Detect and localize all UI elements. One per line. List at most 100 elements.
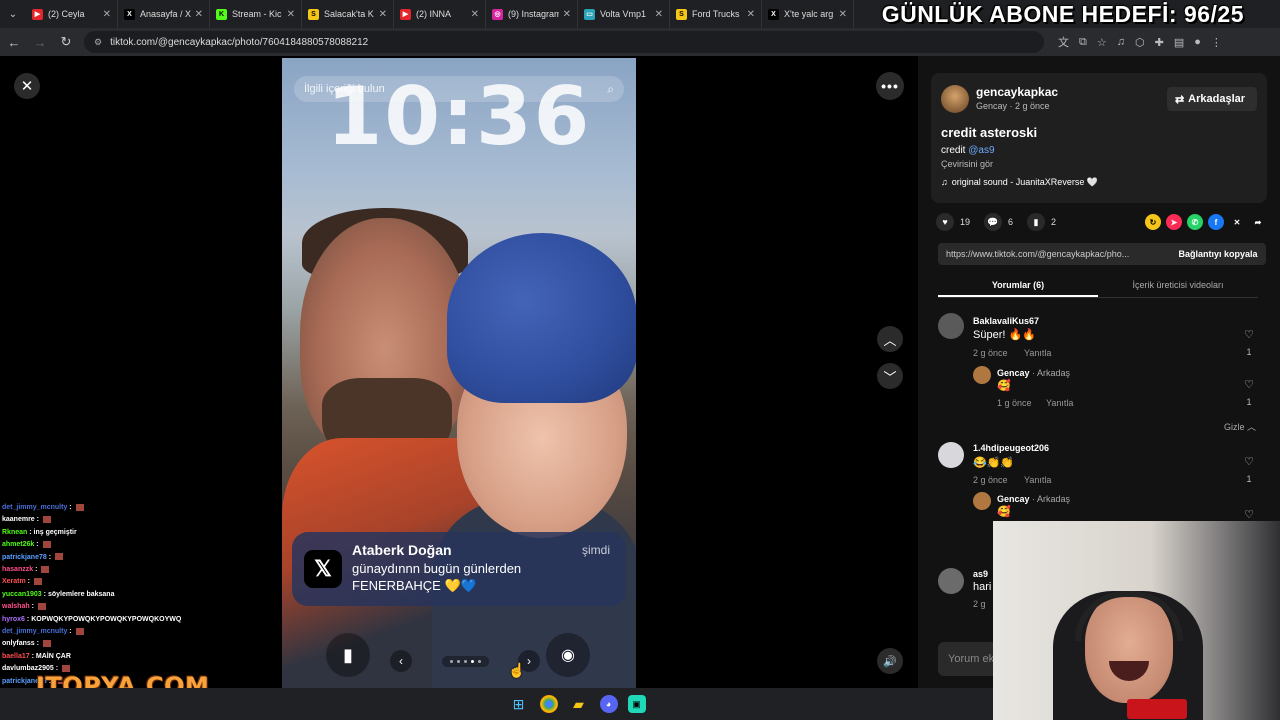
discord-icon[interactable]: ◕: [599, 695, 618, 713]
browser-tab[interactable]: X X'te yalc arg ✕: [762, 0, 854, 28]
whatsapp-icon[interactable]: ✆: [1187, 214, 1203, 230]
browser-tab[interactable]: ◎ (9) Instagram ✕: [486, 0, 578, 28]
mention-link[interactable]: @as9: [968, 145, 994, 156]
x-share-icon[interactable]: ✕: [1229, 214, 1245, 230]
browser-tab[interactable]: ▶ (2) INNA ✕: [394, 0, 486, 28]
menu-kebab-icon[interactable]: ⋮: [1211, 36, 1222, 49]
close-icon[interactable]: ✕: [14, 73, 40, 99]
hide-replies-link[interactable]: Gizle ︿: [1224, 420, 1256, 433]
pager-dot[interactable]: [477, 659, 481, 663]
audio-icon[interactable]: ♫: [1117, 36, 1125, 48]
see-translation-link[interactable]: Çevirisini gör: [941, 159, 993, 169]
chevron-left-icon[interactable]: ‹: [390, 650, 412, 672]
comment-button[interactable]: 💬 6: [984, 213, 1013, 231]
more-options-icon[interactable]: •••: [876, 72, 904, 100]
install-icon[interactable]: ⧉: [1079, 36, 1087, 49]
forward-arrow-icon[interactable]: →: [28, 30, 52, 54]
reply-link[interactable]: Yanıtla: [1046, 398, 1073, 408]
back-arrow-icon[interactable]: ←: [2, 30, 26, 54]
comment-username[interactable]: Gencay · Arkadaş: [997, 494, 1070, 504]
translate-icon[interactable]: 文: [1058, 34, 1069, 50]
close-tab-icon[interactable]: ✕: [563, 9, 571, 20]
avatar[interactable]: [973, 366, 991, 384]
facebook-icon[interactable]: f: [1208, 214, 1224, 230]
chevron-up-icon[interactable]: ︿: [877, 326, 903, 352]
avatar[interactable]: [938, 313, 964, 339]
author-username[interactable]: gencaykapkac: [976, 85, 1058, 99]
avatar[interactable]: [973, 492, 991, 510]
related-content-search[interactable]: İlgili içeriği bulun ⌕: [294, 76, 624, 102]
pager-dot[interactable]: [456, 659, 460, 663]
file-explorer-icon[interactable]: ▰: [568, 693, 590, 715]
heart-icon[interactable]: ♡: [1241, 328, 1257, 341]
tab-creator-videos[interactable]: İçerik üreticisi videoları: [1098, 274, 1258, 297]
chrome-icon[interactable]: [539, 695, 558, 713]
heart-icon[interactable]: ♡: [1241, 455, 1257, 468]
close-tab-icon[interactable]: ✕: [103, 9, 111, 20]
chevron-down-icon[interactable]: ﹀: [877, 363, 903, 389]
pager-dot[interactable]: [463, 659, 467, 663]
chat-username[interactable]: ahmet26k: [2, 541, 34, 548]
chat-username[interactable]: yuccan1903: [2, 591, 42, 598]
close-tab-icon[interactable]: ✕: [839, 9, 847, 20]
chat-username[interactable]: hasanzzk: [2, 566, 33, 573]
sidebar-icon[interactable]: ▤: [1174, 36, 1184, 49]
copy-link-button[interactable]: Bağlantıyı kopyala: [1170, 249, 1266, 259]
pager-dot[interactable]: [449, 659, 453, 663]
reply-link[interactable]: Yanıtla: [1024, 475, 1051, 485]
chat-username[interactable]: det_jimmy_mcnulty: [2, 628, 67, 635]
close-tab-icon[interactable]: ✕: [747, 9, 755, 20]
browser-tab[interactable]: K Stream - Kic ✕: [210, 0, 302, 28]
pager-dot[interactable]: [470, 659, 474, 663]
close-tab-icon[interactable]: ✕: [471, 9, 479, 20]
share-arrow-icon[interactable]: ➦: [1250, 214, 1266, 230]
chat-username[interactable]: patrickjane78: [2, 554, 47, 561]
browser-tab[interactable]: ▶ (2) Ceyla ✕: [26, 0, 118, 28]
chat-username[interactable]: walshah: [2, 603, 30, 610]
chat-username[interactable]: det_jimmy_mcnulty: [2, 504, 67, 511]
repost-icon[interactable]: ↻: [1145, 214, 1161, 230]
browser-tab[interactable]: S Salacak'ta K ✕: [302, 0, 394, 28]
close-tab-icon[interactable]: ✕: [655, 9, 663, 20]
comment-username[interactable]: Gencay · Arkadaş: [997, 368, 1070, 378]
comment-username[interactable]: as9: [973, 569, 988, 579]
sound-link[interactable]: ♫ original sound - JuanitaXReverse 🤍: [941, 177, 1098, 188]
send-icon[interactable]: ➤: [1166, 214, 1182, 230]
chat-username[interactable]: baella17: [2, 653, 30, 660]
close-tab-icon[interactable]: ✕: [379, 9, 387, 20]
search-icon[interactable]: ⌕: [607, 82, 614, 97]
tab-comments[interactable]: Yorumlar (6): [938, 274, 1098, 297]
site-info-icon[interactable]: ⚙: [94, 37, 102, 48]
chat-username[interactable]: Rknean: [2, 529, 27, 536]
chat-username[interactable]: onlyfanss: [2, 640, 35, 647]
tab-search-icon[interactable]: ⌄: [0, 4, 26, 24]
browser-tab[interactable]: X Anasayfa / X ✕: [118, 0, 210, 28]
comment-username[interactable]: BaklavaliKus67: [973, 316, 1039, 326]
avatar[interactable]: [938, 568, 964, 594]
save-button[interactable]: ▮ 2: [1027, 213, 1056, 231]
reload-icon[interactable]: ↻: [54, 30, 78, 54]
puzzle-icon[interactable]: ✚: [1155, 36, 1164, 49]
close-tab-icon[interactable]: ✕: [195, 9, 203, 20]
chat-username[interactable]: hyrox6: [2, 616, 25, 623]
browser-tab[interactable]: S Ford Trucks ✕: [670, 0, 762, 28]
comment-username[interactable]: 1.4hdipeugeot206: [973, 443, 1049, 453]
windows-start-icon[interactable]: ⊞: [508, 693, 530, 715]
chat-username[interactable]: kaanemre: [2, 516, 35, 523]
browser-tab[interactable]: ▭ Volta Vmp1 ✕: [578, 0, 670, 28]
friends-button[interactable]: ⇄ Arkadaşlar: [1167, 87, 1257, 111]
app-icon[interactable]: ▣: [627, 695, 646, 713]
extension-icon[interactable]: ⬡: [1135, 36, 1145, 49]
reply-link[interactable]: Yanıtla: [1024, 348, 1051, 358]
profile-avatar-icon[interactable]: ●: [1194, 36, 1201, 48]
avatar[interactable]: [938, 442, 964, 468]
bookmark-star-icon[interactable]: ☆: [1097, 36, 1107, 49]
chat-username[interactable]: Xeratm: [2, 578, 26, 585]
like-button[interactable]: ♥ 19: [936, 213, 970, 231]
close-tab-icon[interactable]: ✕: [287, 9, 295, 20]
heart-icon[interactable]: ♡: [1241, 378, 1257, 391]
volume-icon[interactable]: 🔊: [877, 648, 903, 674]
url-field[interactable]: ⚙ tiktok.com/@gencaykapkac/photo/7604184…: [84, 31, 1044, 53]
avatar[interactable]: [941, 85, 969, 113]
heart-icon[interactable]: ♡: [1241, 508, 1257, 521]
